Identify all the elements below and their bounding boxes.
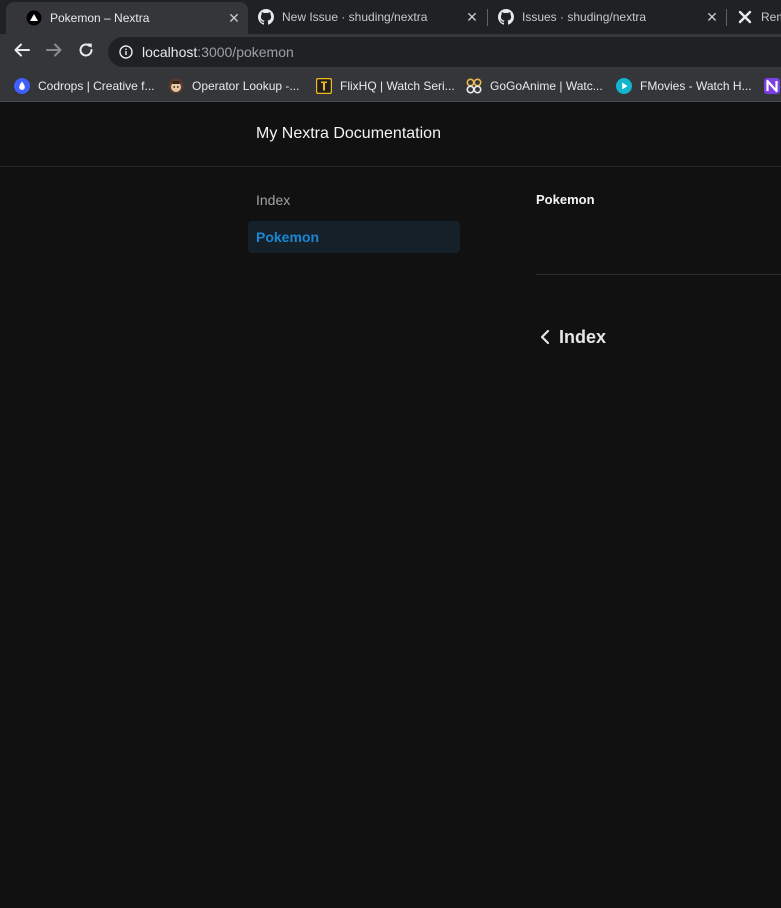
- bookmark-purple-n[interactable]: [764, 76, 781, 96]
- site-title[interactable]: My Nextra Documentation: [256, 125, 441, 143]
- fmovies-play-icon: [616, 78, 632, 94]
- bookmark-codrops[interactable]: Codrops | Creative f...: [14, 76, 155, 96]
- tab-title: New Issue · shuding/nextra: [282, 10, 428, 24]
- tab-title: Pokemon – Nextra: [50, 11, 150, 25]
- gogoanime-icon: [466, 78, 482, 94]
- bookmarks-bar: Codrops | Creative f... Operator Lookup …: [0, 70, 781, 102]
- sidebar-item-index[interactable]: Index: [248, 184, 460, 216]
- bookmark-operator-lookup[interactable]: Operator Lookup -...: [168, 76, 299, 96]
- bookmark-label: FlixHQ | Watch Seri...: [340, 79, 455, 93]
- sidebar-item-label: Index: [256, 192, 291, 208]
- sidebar-item-label: Pokemon: [256, 229, 320, 245]
- browser-toolbar: localhost:3000/pokemon: [0, 34, 781, 70]
- tab-issues[interactable]: Issues · shuding/nextra ✕: [488, 0, 726, 34]
- bookmark-label: Operator Lookup -...: [192, 79, 300, 93]
- forward-button[interactable]: [41, 39, 67, 65]
- arrow-right-icon: [45, 41, 63, 64]
- bookmark-label: FMovies - Watch H...: [640, 79, 752, 93]
- bookmark-gogoanime[interactable]: GoGoAnime | Watc...: [466, 76, 603, 96]
- browser-tab-strip: Pokemon – Nextra ✕ New Issue · shuding/n…: [0, 0, 781, 34]
- tab-title: Rem: [761, 10, 781, 24]
- github-icon: [258, 9, 274, 25]
- chevron-left-icon: [536, 328, 554, 346]
- arrow-left-icon: [13, 41, 31, 64]
- url-path: :3000/pokemon: [197, 44, 294, 60]
- tab-new-issue[interactable]: New Issue · shuding/nextra ✕: [248, 0, 486, 34]
- previous-page-link[interactable]: Index: [536, 324, 606, 350]
- close-icon[interactable]: ✕: [464, 9, 480, 25]
- page-title: Pokemon: [536, 192, 595, 207]
- back-button[interactable]: [9, 39, 35, 65]
- nextra-triangle-icon: [26, 10, 42, 26]
- tab-remix[interactable]: Rem: [727, 0, 781, 34]
- url-host: localhost: [142, 44, 198, 60]
- flixhq-icon: [316, 78, 332, 94]
- reload-icon: [77, 41, 95, 64]
- bookmark-label: Codrops | Creative f...: [38, 79, 155, 93]
- previous-page-label: Index: [559, 326, 607, 347]
- bookmark-fmovies[interactable]: FMovies - Watch H...: [616, 76, 752, 96]
- tab-pokemon-nextra[interactable]: Pokemon – Nextra ✕: [6, 2, 248, 34]
- tab-title: Issues · shuding/nextra: [522, 10, 647, 24]
- address-bar[interactable]: localhost:3000/pokemon: [108, 37, 781, 67]
- bookmark-flixhq[interactable]: FlixHQ | Watch Seri...: [316, 76, 455, 96]
- sidebar-item-pokemon[interactable]: Pokemon: [248, 221, 460, 253]
- codrops-drop-icon: [14, 78, 30, 94]
- site-info-icon[interactable]: [118, 44, 134, 60]
- close-icon[interactable]: ✕: [704, 9, 720, 25]
- close-icon[interactable]: ✕: [226, 10, 242, 26]
- operator-avatar-icon: [168, 78, 184, 94]
- github-icon: [498, 9, 514, 25]
- reload-button[interactable]: [73, 39, 99, 65]
- site-header: My Nextra Documentation: [0, 103, 781, 167]
- remix-icon: [737, 9, 753, 25]
- purple-n-icon: [764, 78, 780, 94]
- content-divider: [536, 274, 781, 275]
- bookmark-label: GoGoAnime | Watc...: [490, 79, 603, 93]
